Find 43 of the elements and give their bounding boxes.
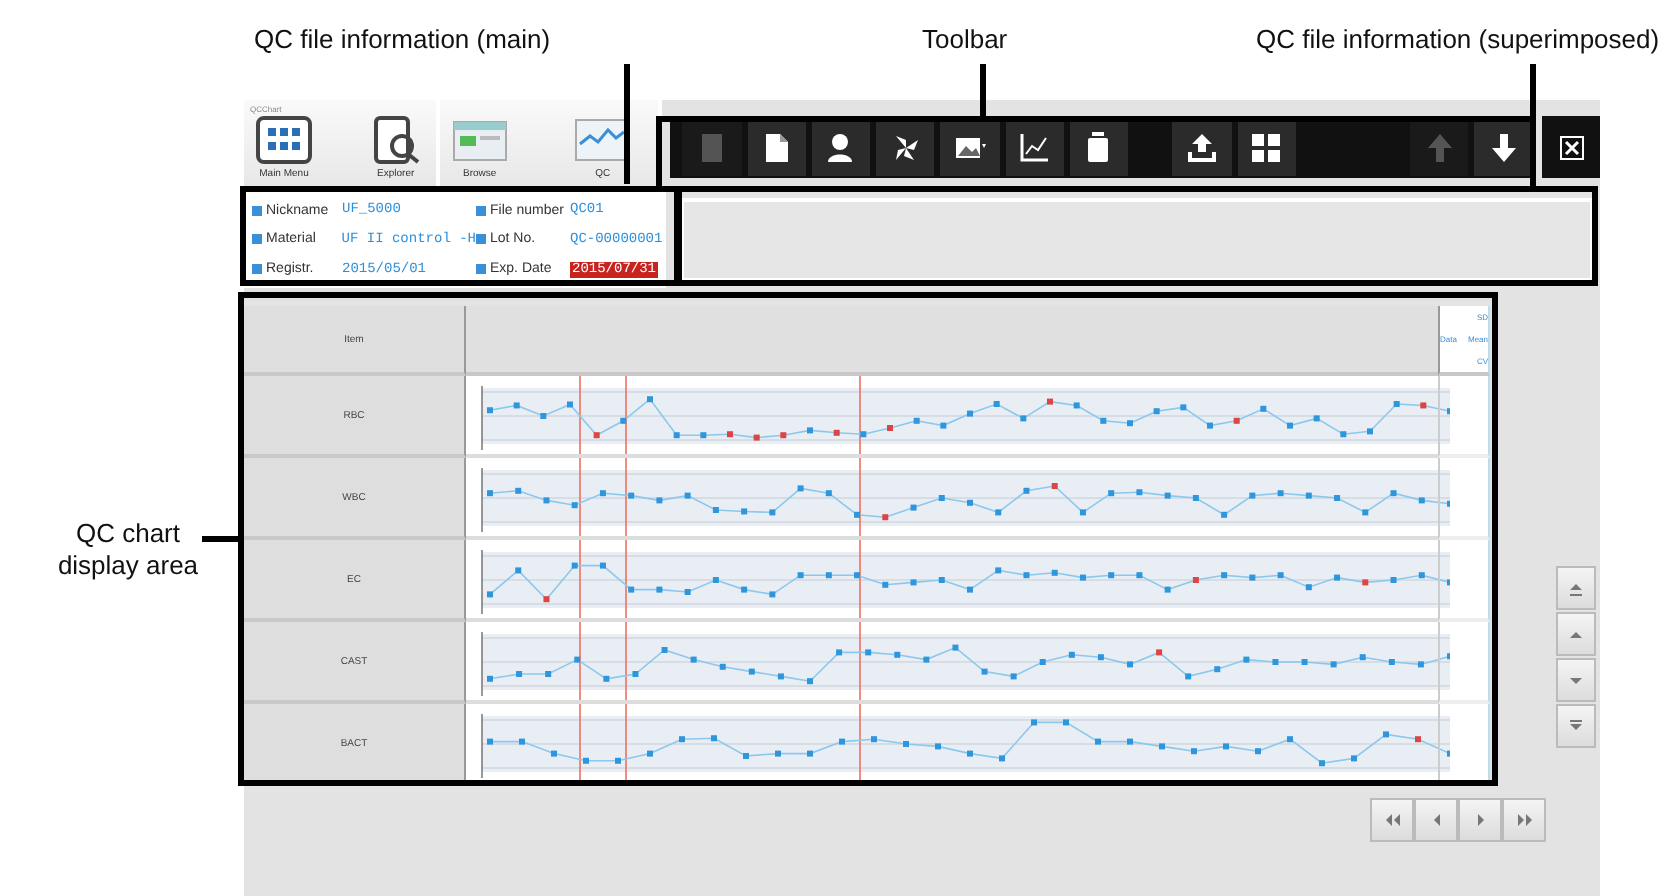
callout-label: Toolbar <box>922 24 1008 54</box>
upload-icon <box>1185 131 1218 163</box>
page-button[interactable] <box>1502 798 1546 842</box>
close-button[interactable] <box>1542 116 1600 178</box>
page-button[interactable] <box>1370 798 1414 842</box>
grid-icon <box>1250 131 1283 163</box>
toolbar-button[interactable] <box>1005 118 1064 176</box>
callout-label: QC chart display area <box>55 518 201 582</box>
person-icon <box>824 131 857 163</box>
scroll-button[interactable] <box>1556 566 1596 610</box>
bullet-icon <box>252 205 262 216</box>
scroll-bottom-icon <box>1568 717 1584 735</box>
scroll-top-icon <box>1568 579 1584 597</box>
bullet-icon <box>252 234 262 245</box>
grid-icon <box>256 116 312 164</box>
close-icon <box>1559 135 1584 159</box>
page-icon <box>760 131 793 163</box>
toolbar-button[interactable] <box>811 118 871 176</box>
window-icon <box>451 116 508 164</box>
toolbar-button[interactable] <box>940 118 999 176</box>
callout-label: QC file information (superimposed) <box>1256 24 1660 54</box>
arrow-up-icon <box>1423 131 1456 163</box>
leader-line <box>980 64 986 116</box>
arrow-down-icon <box>1487 131 1520 163</box>
bullet-icon <box>476 205 486 216</box>
value-column <box>1438 458 1490 540</box>
toolbar-button[interactable] <box>747 118 806 176</box>
toolbar-button[interactable] <box>1237 118 1296 176</box>
callout-label: QC file information (main) <box>254 24 551 54</box>
toolbar-button[interactable] <box>1069 118 1128 176</box>
bullet-icon <box>476 264 486 275</box>
last-page-icon <box>1515 812 1533 828</box>
leader-line <box>202 536 238 542</box>
toolbar-button[interactable] <box>876 118 935 176</box>
leader-line <box>624 64 630 184</box>
bullet-icon <box>476 234 486 245</box>
first-page-icon <box>1383 812 1401 828</box>
scroll-button[interactable] <box>1556 704 1596 748</box>
toolbar-button[interactable] <box>1474 118 1533 176</box>
value-column <box>1438 540 1490 622</box>
bullet-icon <box>252 264 262 275</box>
toolbar-button[interactable] <box>1172 118 1232 176</box>
chart-icon <box>1018 131 1051 163</box>
